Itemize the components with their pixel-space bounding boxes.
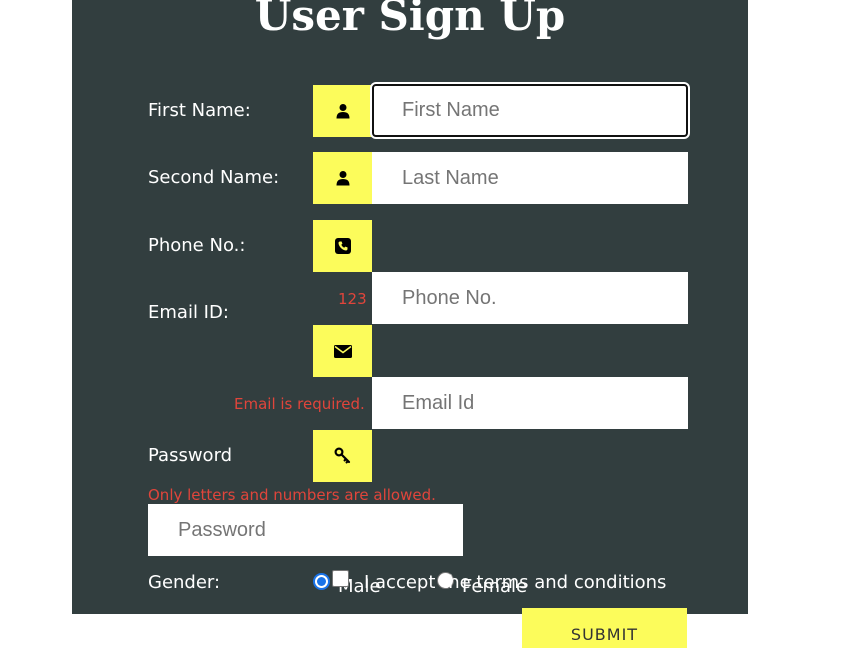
first-name-input[interactable] — [372, 84, 688, 137]
terms-label: I accept the terms and conditions — [364, 572, 667, 593]
phone-label: Phone No.: — [148, 235, 246, 256]
user-icon — [336, 171, 349, 186]
password-label: Password — [148, 445, 233, 466]
phone-icon — [334, 238, 351, 254]
second-name-icon-box — [313, 152, 372, 204]
password-error: Only letters and numbers are allowed. — [148, 486, 436, 504]
gender-male-radio[interactable] — [313, 573, 330, 590]
password-input[interactable] — [148, 504, 463, 556]
envelope-icon — [333, 344, 352, 358]
key-icon — [333, 447, 350, 464]
submit-button[interactable]: SUBMIT — [522, 608, 687, 648]
email-icon-box — [313, 325, 372, 377]
first-name-icon-box — [313, 85, 372, 137]
phone-hint: 123 — [338, 290, 367, 308]
phone-input[interactable] — [372, 272, 688, 324]
terms-checkbox[interactable] — [332, 570, 349, 587]
email-label: Email ID: — [148, 302, 229, 323]
phone-icon-box — [313, 220, 372, 272]
second-name-input[interactable] — [372, 152, 688, 204]
email-error: Email is required. — [234, 395, 365, 413]
gender-label: Gender: — [148, 572, 221, 593]
password-icon-box — [313, 430, 372, 482]
form-title: User Sign Up — [254, 0, 566, 40]
user-icon — [336, 104, 349, 119]
first-name-label: First Name: — [148, 100, 251, 121]
second-name-label: Second Name: — [148, 167, 280, 188]
email-input[interactable] — [372, 377, 688, 429]
